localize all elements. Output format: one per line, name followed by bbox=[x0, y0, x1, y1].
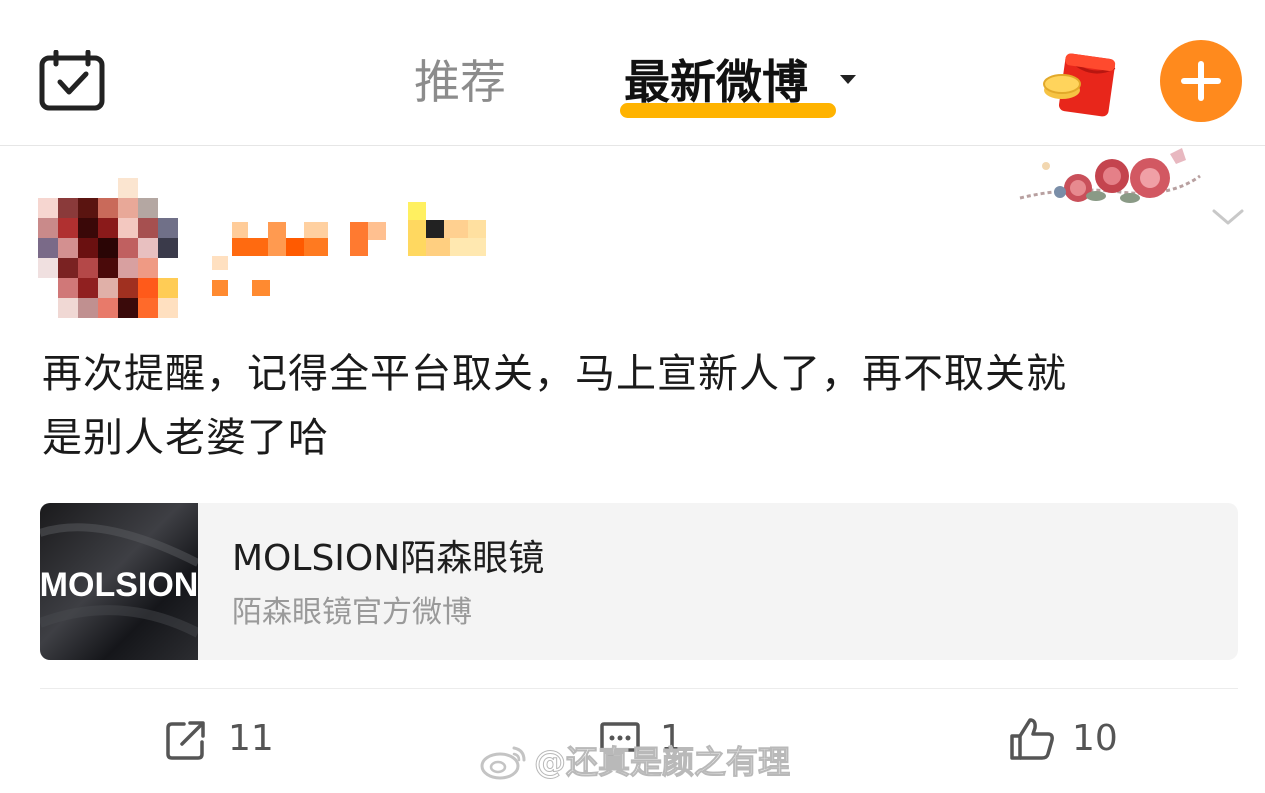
chevron-down-icon[interactable] bbox=[1210, 205, 1246, 229]
post-text-line-2: 是别人老婆了哈 bbox=[42, 415, 329, 461]
card-thumbnail-logo-text: MOLSION bbox=[40, 566, 198, 604]
watermark-text: @还真是颜之有理 bbox=[533, 743, 791, 782]
repost-button[interactable]: 11 bbox=[164, 714, 284, 764]
top-bar: 推荐 最新微博 bbox=[0, 0, 1265, 145]
repost-count: 11 bbox=[228, 718, 274, 759]
tab-recommend[interactable]: 推荐 bbox=[414, 52, 506, 112]
compose-button[interactable] bbox=[1160, 40, 1242, 122]
action-divider bbox=[40, 688, 1238, 689]
link-card[interactable]: MOLSION MOLSION陌森眼镜 陌森眼镜官方微博 bbox=[40, 503, 1238, 660]
like-button[interactable]: 10 bbox=[1008, 714, 1138, 764]
avatar[interactable] bbox=[38, 178, 178, 318]
like-count: 10 bbox=[1072, 718, 1118, 759]
caret-down-icon[interactable] bbox=[840, 75, 856, 84]
red-packet-icon[interactable] bbox=[1038, 46, 1120, 118]
tab-latest-weibo[interactable]: 最新微博 bbox=[624, 52, 808, 112]
card-title: MOLSION陌森眼镜 bbox=[232, 538, 545, 579]
post-text: 再次提醒，记得全平台取关，马上宣新人了，再不取关就 是别人老婆了哈 bbox=[42, 342, 1222, 470]
post-text-line-1: 再次提醒，记得全平台取关，马上宣新人了，再不取关就 bbox=[42, 351, 1067, 397]
calendar-check-icon[interactable] bbox=[38, 49, 106, 112]
weibo-logo-icon bbox=[480, 746, 526, 780]
thumbs-up-icon bbox=[1010, 718, 1054, 760]
plus-icon bbox=[1181, 61, 1221, 101]
card-thumbnail: MOLSION bbox=[40, 503, 201, 660]
username-pixelated[interactable] bbox=[212, 200, 512, 300]
share-icon bbox=[166, 721, 205, 760]
rose-decoration-icon bbox=[1010, 146, 1205, 218]
card-subtitle: 陌森眼镜官方微博 bbox=[232, 595, 472, 630]
